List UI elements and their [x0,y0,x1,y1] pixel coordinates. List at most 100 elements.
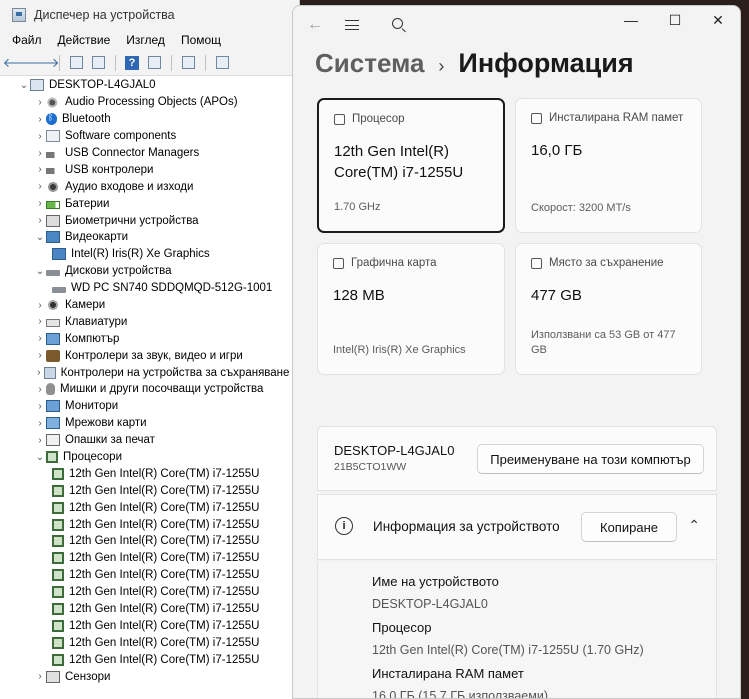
pc-model: 21B5CTO1WW [334,461,407,473]
search-icon[interactable] [392,18,403,29]
forward-arrow-icon[interactable]: 🡒 [25,53,60,73]
tree-device[interactable]: 12th Gen Intel(R) Core(TM) i7-1255U [0,584,299,601]
copy-button[interactable]: Копиране [581,512,677,542]
cpu-icon [52,484,64,497]
tree-category[interactable]: › Батерии [0,195,299,212]
device-manager-window: Диспечер на устройства Файл Действие Изг… [0,0,300,699]
monitor-icon [46,400,60,413]
chevron-down-icon[interactable]: ⌄ [34,232,46,243]
tree-category[interactable]: › USB Connector Managers [0,145,299,162]
tree-device[interactable]: WD PC SN740 SDDQMQD-512G-1001 [0,280,299,297]
tree-item-label: USB контролери [65,163,154,176]
device-info-header[interactable]: i Информация за устройството Копиране ⌃ [317,494,717,560]
tree-device[interactable]: Intel(R) Iris(R) Xe Graphics [0,246,299,263]
chevron-right-icon[interactable]: › [34,300,46,311]
tree-category[interactable]: › Сензори [0,668,299,685]
tree-category[interactable]: ⌄ Дискови устройства [0,263,299,280]
menu-file[interactable]: Файл [12,33,42,47]
tree-device[interactable]: 12th Gen Intel(R) Core(TM) i7-1255U [0,516,299,533]
chevron-right-icon[interactable]: › [34,198,46,209]
tree-item-label: Аудио входове и изходи [65,180,194,193]
gpu-card-value: 128 MB [333,287,385,304]
close-icon[interactable]: ✕ [706,12,730,29]
rename-pc-button[interactable]: Преименуване на този компютър [477,444,704,474]
chevron-right-icon[interactable]: › [34,401,46,412]
device-manager-icon [12,8,26,22]
tree-category[interactable]: › Bluetooth [0,111,299,128]
scan-hardware-icon[interactable] [212,53,232,73]
chevron-right-icon[interactable]: › [34,384,46,395]
tree-category[interactable]: › Аудио входове и изходи [0,178,299,195]
chevron-right-icon[interactable]: › [34,435,46,446]
tree-category[interactable]: ⌄ Процесори [0,449,299,466]
tree-category[interactable]: › Биометрични устройства [0,212,299,229]
update-driver-icon[interactable] [178,53,198,73]
chevron-right-icon[interactable]: › [34,148,46,159]
tree-device[interactable]: 12th Gen Intel(R) Core(TM) i7-1255U [0,533,299,550]
breadcrumb-system[interactable]: Система [315,48,424,79]
chevron-right-icon[interactable]: › [34,181,46,192]
cpu-card[interactable]: Процесор 12th Gen Intel(R) Core(TM) i7-1… [317,98,505,233]
chevron-right-icon[interactable]: › [34,333,46,344]
back-arrow-icon[interactable]: ← [307,16,323,34]
toolbar-separator [110,54,116,71]
chevron-down-icon[interactable]: ⌄ [34,266,46,277]
menu-hamburger-icon[interactable] [345,20,359,30]
tree-category[interactable]: ⌄ Видеокарти [0,229,299,246]
tree-device[interactable]: 12th Gen Intel(R) Core(TM) i7-1255U [0,567,299,584]
chevron-right-icon[interactable]: › [34,671,46,682]
ram-card-value: 16,0 ГБ [531,142,583,159]
chevron-right-icon[interactable]: › [34,316,46,327]
ram-card[interactable]: Инсталирана RAM памет 16,0 ГБ Скорост: 3… [515,98,702,233]
chevron-right-icon[interactable]: › [34,350,46,361]
tree-device[interactable]: 12th Gen Intel(R) Core(TM) i7-1255U [0,499,299,516]
tree-device[interactable]: 12th Gen Intel(R) Core(TM) i7-1255U [0,465,299,482]
chevron-right-icon[interactable]: › [34,367,44,378]
cpu-icon [52,467,64,480]
chevron-right-icon[interactable]: › [34,114,46,125]
tree-device[interactable]: 12th Gen Intel(R) Core(TM) i7-1255U [0,550,299,567]
tree-item-label: 12th Gen Intel(R) Core(TM) i7-1255U [69,586,260,599]
tree-category[interactable]: › Мишки и други посочващи устройства [0,381,299,398]
chevron-right-icon[interactable]: › [34,97,46,108]
queue-icon [46,434,60,447]
tree-device[interactable]: 12th Gen Intel(R) Core(TM) i7-1255U [0,618,299,635]
maximize-icon[interactable]: ☐ [663,12,687,29]
tree-category[interactable]: › Опашки за печат [0,432,299,449]
tree-category[interactable]: › Контролери за звук, видео и игри [0,347,299,364]
menu-view[interactable]: Изглед [126,33,165,47]
tree-device[interactable]: 12th Gen Intel(R) Core(TM) i7-1255U [0,651,299,668]
chevron-right-icon[interactable]: › [34,418,46,429]
tree-item-label: Audio Processing Objects (APOs) [65,96,238,109]
tree-category[interactable]: › Контролери на устройства за съхраняване… [0,364,299,381]
menu-help[interactable]: Помощ [181,33,221,47]
chevron-right-icon[interactable]: › [34,215,46,226]
tree-category[interactable]: › Software components [0,128,299,145]
device-info-title: Информация за устройството [373,519,560,534]
tree-category[interactable]: › Монитори [0,398,299,415]
show-hide-tree-icon[interactable] [88,53,108,73]
tree-category[interactable]: › Камери [0,297,299,314]
gpu-card[interactable]: Графична карта 128 MB Intel(R) Iris(R) X… [317,243,505,375]
tree-device[interactable]: 12th Gen Intel(R) Core(TM) i7-1255U [0,482,299,499]
cpu-icon [52,603,64,616]
storage-card[interactable]: Място за съхранение 477 GB Използвани са… [515,243,702,375]
properties-icon[interactable] [66,53,86,73]
tree-category[interactable]: › Клавиатури [0,313,299,330]
chevron-right-icon[interactable]: › [34,164,46,175]
chevron-right-icon[interactable]: › [34,131,46,142]
tree-device[interactable]: 12th Gen Intel(R) Core(TM) i7-1255U [0,634,299,651]
tree-category[interactable]: › USB контролери [0,161,299,178]
tree-category[interactable]: › Мрежови карти [0,415,299,432]
tree-category[interactable]: › Audio Processing Objects (APOs) [0,94,299,111]
minimize-icon[interactable]: — [619,12,643,28]
help-icon[interactable]: ? [122,53,142,73]
menu-action[interactable]: Действие [58,33,111,47]
tree-device[interactable]: 12th Gen Intel(R) Core(TM) i7-1255U [0,601,299,618]
chevron-down-icon[interactable]: ⌄ [18,80,30,91]
chevron-up-icon[interactable]: ⌃ [688,517,700,534]
chevron-down-icon[interactable]: ⌄ [34,452,46,463]
tree-root[interactable]: ⌄ DESKTOP-L4GJAL0 [0,77,299,94]
view-icon[interactable] [144,53,164,73]
tree-category[interactable]: › Компютър [0,330,299,347]
